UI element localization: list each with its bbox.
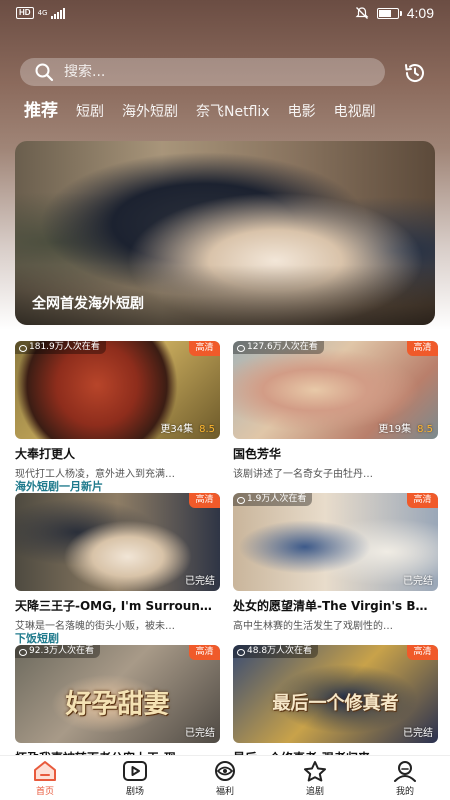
drama-title[interactable]: 天降三王子-OMG, I'm Surroun… (15, 597, 220, 614)
bottom-navigation: 首页 剧场 福利 追剧 我的 (0, 755, 450, 800)
tab-overseas-short-drama[interactable]: 海外短剧 (122, 102, 178, 122)
nav-welfare[interactable]: 福利 (195, 760, 255, 797)
mute-icon (355, 7, 369, 19)
home-icon (34, 760, 56, 781)
network-type: 4G (37, 8, 48, 17)
clock: 4:09 (406, 5, 434, 21)
search-input[interactable] (64, 64, 344, 80)
viewer-count: 127.6万人次在看 (233, 341, 324, 354)
nav-welfare-label: 福利 (215, 786, 234, 797)
drama-card[interactable]: 48.8万人次在看 高清 最后一个修真者 已完结 最后一个修真者-强者归来 (233, 645, 438, 766)
hd-badge: 高清 (189, 645, 220, 660)
hd-badge: 高清 (407, 493, 438, 508)
drama-card[interactable]: 高清 已完结 天降三王子-OMG, I'm Surroun… 艾琳是一名落魄的街… (15, 493, 220, 632)
drama-card[interactable]: 127.6万人次在看 高清 更19集 8.5 国色芳华 该剧讲述了一名奇女子由牡丹… (233, 341, 438, 480)
drama-title[interactable]: 大奉打更人 (15, 445, 220, 462)
viewer-count: 48.8万人次在看 (233, 645, 319, 658)
drama-card[interactable]: 181.9万人次在看 高清 更34集 8.5 大奉打更人 现代打工人杨凌，意外进入… (15, 341, 220, 480)
nav-profile[interactable]: 我的 (375, 760, 435, 797)
episode-status: 已完结 (403, 728, 433, 739)
drama-thumbnail[interactable]: 48.8万人次在看 高清 最后一个修真者 已完结 (233, 645, 438, 743)
drama-thumbnail[interactable]: 高清 已完结 (15, 493, 220, 591)
search-icon (35, 63, 54, 82)
featured-banner[interactable]: 全网首发海外短剧 (15, 141, 435, 325)
tab-netflix[interactable]: 奈飞Netflix (196, 102, 270, 122)
nav-theater[interactable]: 剧场 (105, 760, 165, 797)
drama-description: 高中生林赛的生活发生了戏剧性的… (233, 621, 393, 632)
episode-status: 已完结 (185, 728, 215, 739)
hd-badge: 高清 (189, 341, 220, 356)
drama-thumbnail[interactable]: 181.9万人次在看 高清 更34集 8.5 (15, 341, 220, 439)
nav-home-label: 首页 (35, 786, 54, 797)
nav-follow-label: 追剧 (305, 786, 324, 797)
status-bar: HD 4G 4:09 (0, 0, 450, 26)
drama-title[interactable]: 处女的愿望清单-The Virgin's B… (233, 597, 438, 614)
hd-badge: 高清 (407, 645, 438, 660)
episode-status: 已完结 (403, 576, 433, 587)
tab-movie[interactable]: 电影 (288, 102, 316, 122)
tab-recommend[interactable]: 推荐 (24, 100, 58, 122)
category-tabs: 推荐 短剧 海外短剧 奈飞Netflix 电影 电视剧 (24, 98, 444, 122)
rating-score: 8.5 (417, 424, 433, 435)
drama-thumbnail[interactable]: 92.3万人次在看 高清 好孕甜妻 已完结 (15, 645, 220, 743)
hd-badge: 高清 (189, 493, 220, 508)
eye-icon (215, 760, 235, 781)
banner-title: 全网首发海外短剧 (32, 296, 144, 312)
episode-status: 更19集 (378, 424, 412, 435)
hd-badge: 高清 (407, 341, 438, 356)
section-label-overseas[interactable]: 海外短剧一月新片 (15, 478, 103, 494)
section-label-binge[interactable]: 下饭短剧 (15, 630, 59, 646)
viewer-count: 92.3万人次在看 (15, 645, 101, 658)
nav-home[interactable]: 首页 (15, 760, 75, 797)
episode-status: 更34集 (160, 424, 194, 435)
poster-title-art: 好孕甜妻 (65, 689, 170, 720)
episode-status: 已完结 (185, 576, 215, 587)
drama-card[interactable]: 92.3万人次在看 高清 好孕甜妻 已完结 怀孕我妻被转百老公宠上天-现… (15, 645, 220, 766)
nav-profile-label: 我的 (395, 786, 414, 797)
search-bar[interactable] (20, 58, 385, 86)
history-icon[interactable] (402, 60, 428, 86)
drama-card[interactable]: 1.9万人次在看 高清 已完结 处女的愿望清单-The Virgin's B… … (233, 493, 438, 632)
tab-tv-series[interactable]: 电视剧 (334, 102, 376, 122)
poster-title-art: 最后一个修真者 (272, 692, 399, 714)
battery-icon (376, 7, 402, 19)
drama-thumbnail[interactable]: 127.6万人次在看 高清 更19集 8.5 (233, 341, 438, 439)
drama-thumbnail[interactable]: 1.9万人次在看 高清 已完结 (233, 493, 438, 591)
profile-icon (394, 760, 416, 782)
signal-icon (51, 7, 66, 19)
rating-score: 8.5 (199, 424, 215, 435)
nav-theater-label: 剧场 (125, 786, 144, 797)
hd-indicator: HD (16, 7, 34, 19)
star-icon (304, 760, 326, 781)
tab-short-drama[interactable]: 短剧 (76, 102, 104, 122)
drama-description: 该剧讲述了一名奇女子由牡丹… (233, 469, 373, 480)
viewer-count: 1.9万人次在看 (233, 493, 313, 506)
nav-follow[interactable]: 追剧 (285, 760, 345, 797)
drama-title[interactable]: 国色芳华 (233, 445, 438, 462)
viewer-count: 181.9万人次在看 (15, 341, 106, 354)
play-icon (123, 760, 147, 781)
